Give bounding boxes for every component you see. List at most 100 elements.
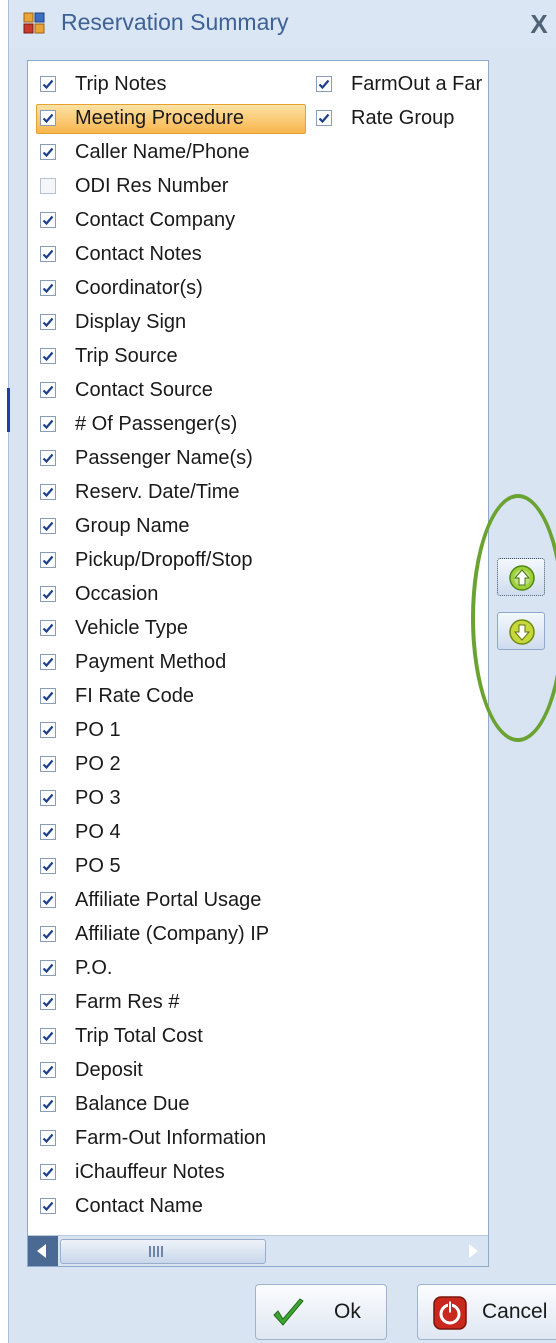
checklist-item-label: Affiliate (Company) IP xyxy=(75,922,270,945)
checklist-item-payment-method[interactable]: Payment Method xyxy=(34,645,306,679)
checkbox-checked[interactable] xyxy=(316,76,332,92)
checklist-item-deposit[interactable]: Deposit xyxy=(34,1053,306,1087)
ok-button-label: Ok xyxy=(334,1300,361,1323)
checklist-item-label: Balance Due xyxy=(75,1092,190,1115)
checklist-item-po-5[interactable]: PO 5 xyxy=(34,849,306,883)
checklist-item-farm-out-information[interactable]: Farm-Out Information xyxy=(34,1121,306,1155)
checkbox-checked[interactable] xyxy=(40,892,56,908)
scroll-right-arrow-icon[interactable] xyxy=(458,1236,488,1266)
checklist-item-display-sign[interactable]: Display Sign xyxy=(34,305,306,339)
checkmark-icon xyxy=(42,657,54,668)
checklist-item-reserv-date-time[interactable]: Reserv. Date/Time xyxy=(34,475,306,509)
checklist-item-passenger-name-s[interactable]: Passenger Name(s) xyxy=(34,441,306,475)
checkbox-checked[interactable] xyxy=(40,1028,56,1044)
checklist-item-meeting-procedure[interactable]: Meeting Procedure xyxy=(34,101,306,135)
close-button[interactable]: X xyxy=(525,9,553,39)
checklist-item-contact-source[interactable]: Contact Source xyxy=(34,373,306,407)
checkbox-checked[interactable] xyxy=(40,688,56,704)
checkmark-icon xyxy=(42,623,54,634)
checkbox-checked[interactable] xyxy=(40,1062,56,1078)
checklist-item-occasion[interactable]: Occasion xyxy=(34,577,306,611)
scrollbar-thumb[interactable] xyxy=(60,1239,266,1264)
checklist-item-label: Meeting Procedure xyxy=(75,106,244,129)
checklist-item-coordinator-s[interactable]: Coordinator(s) xyxy=(34,271,306,305)
checklist-item-trip-source[interactable]: Trip Source xyxy=(34,339,306,373)
checkbox-checked[interactable] xyxy=(40,144,56,160)
checklist-item-contact-company[interactable]: Contact Company xyxy=(34,203,306,237)
checkbox-checked[interactable] xyxy=(40,382,56,398)
checkbox-checked[interactable] xyxy=(316,110,332,126)
horizontal-scrollbar[interactable] xyxy=(28,1235,488,1266)
checkmark-icon xyxy=(42,895,54,906)
checklist-item-rate-group[interactable]: Rate Group xyxy=(310,101,486,135)
checkbox-checked[interactable] xyxy=(40,1198,56,1214)
checkbox-checked[interactable] xyxy=(40,110,56,126)
checklist-item-po-4[interactable]: PO 4 xyxy=(34,815,306,849)
checklist-item-trip-notes[interactable]: Trip Notes xyxy=(34,67,306,101)
checklist-item-vehicle-type[interactable]: Vehicle Type xyxy=(34,611,306,645)
checklist-item-contact-name[interactable]: Contact Name xyxy=(34,1189,306,1223)
checkbox-checked[interactable] xyxy=(40,416,56,432)
checklist-item-po-2[interactable]: PO 2 xyxy=(34,747,306,781)
checklist-item-odi-res-number[interactable]: ODI Res Number xyxy=(34,169,306,203)
checkbox-checked[interactable] xyxy=(40,858,56,874)
checklist-item-pickup-dropoff-stop[interactable]: Pickup/Dropoff/Stop xyxy=(34,543,306,577)
checkbox-checked[interactable] xyxy=(40,518,56,534)
checkbox-checked[interactable] xyxy=(40,1096,56,1112)
checkbox-checked[interactable] xyxy=(40,654,56,670)
checkmark-icon xyxy=(42,283,54,294)
checklist-item-po-1[interactable]: PO 1 xyxy=(34,713,306,747)
checkbox-checked[interactable] xyxy=(40,246,56,262)
checklist-item-trip-total-cost[interactable]: Trip Total Cost xyxy=(34,1019,306,1053)
checkmark-icon xyxy=(42,1133,54,1144)
checklist-item-of-passenger-s[interactable]: # Of Passenger(s) xyxy=(34,407,306,441)
checkbox-checked[interactable] xyxy=(40,212,56,228)
checkbox-checked[interactable] xyxy=(40,552,56,568)
cancel-button[interactable]: Cancel xyxy=(417,1284,556,1340)
checkbox-checked[interactable] xyxy=(40,586,56,602)
checklist-item-affiliate-company-ip[interactable]: Affiliate (Company) IP xyxy=(34,917,306,951)
checklist-item-balance-due[interactable]: Balance Due xyxy=(34,1087,306,1121)
checklist-item-label: Coordinator(s) xyxy=(75,276,203,299)
checklist-item-p-o[interactable]: P.O. xyxy=(34,951,306,985)
checklist-item-label: PO 3 xyxy=(75,786,121,809)
checkbox-unchecked[interactable] xyxy=(40,178,56,194)
checklist-item-farm-res[interactable]: Farm Res # xyxy=(34,985,306,1019)
checklist-item-label: Reserv. Date/Time xyxy=(75,480,240,503)
checkbox-checked[interactable] xyxy=(40,314,56,330)
checkbox-checked[interactable] xyxy=(40,280,56,296)
scroll-left-arrow-icon[interactable] xyxy=(28,1236,58,1266)
checklist-item-farmout-a-far[interactable]: FarmOut a Far xyxy=(310,67,486,101)
checkbox-checked[interactable] xyxy=(40,348,56,364)
checklist-item-label: Passenger Name(s) xyxy=(75,446,253,469)
checklist-item-po-3[interactable]: PO 3 xyxy=(34,781,306,815)
checklist-item-label: iChauffeur Notes xyxy=(75,1160,225,1183)
checkbox-checked[interactable] xyxy=(40,76,56,92)
checkbox-checked[interactable] xyxy=(40,722,56,738)
checkbox-checked[interactable] xyxy=(40,824,56,840)
checklist-item-group-name[interactable]: Group Name xyxy=(34,509,306,543)
checkmark-icon xyxy=(42,487,54,498)
checklist-item-caller-name-phone[interactable]: Caller Name/Phone xyxy=(34,135,306,169)
checkbox-checked[interactable] xyxy=(40,484,56,500)
checkmark-icon xyxy=(42,1167,54,1178)
checkbox-checked[interactable] xyxy=(40,450,56,466)
checkbox-checked[interactable] xyxy=(40,756,56,772)
move-up-button[interactable] xyxy=(497,558,545,596)
field-checklist[interactable]: Trip Notes Meeting Procedure Caller Name/P… xyxy=(27,60,489,1267)
checklist-item-label: Trip Notes xyxy=(75,72,167,95)
checkbox-checked[interactable] xyxy=(40,960,56,976)
checklist-item-fi-rate-code[interactable]: FI Rate Code xyxy=(34,679,306,713)
checkbox-checked[interactable] xyxy=(40,620,56,636)
checkmark-icon xyxy=(42,1201,54,1212)
checklist-item-ichauffeur-notes[interactable]: iChauffeur Notes xyxy=(34,1155,306,1189)
move-down-button[interactable] xyxy=(497,612,545,650)
checkbox-checked[interactable] xyxy=(40,1164,56,1180)
checklist-item-affiliate-portal-usage[interactable]: Affiliate Portal Usage xyxy=(34,883,306,917)
checkbox-checked[interactable] xyxy=(40,790,56,806)
checkbox-checked[interactable] xyxy=(40,994,56,1010)
ok-button[interactable]: Ok xyxy=(255,1284,387,1340)
checklist-item-contact-notes[interactable]: Contact Notes xyxy=(34,237,306,271)
checkbox-checked[interactable] xyxy=(40,1130,56,1146)
checkbox-checked[interactable] xyxy=(40,926,56,942)
